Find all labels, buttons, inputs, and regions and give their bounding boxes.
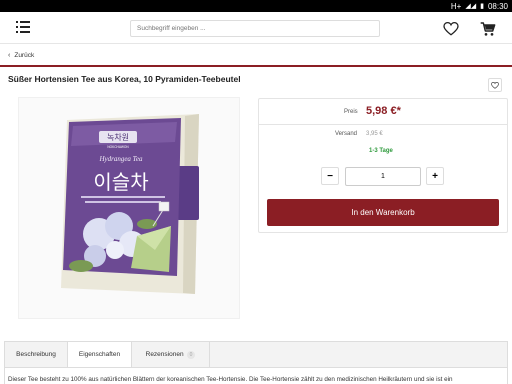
price-value: 5,98 €* [366, 105, 401, 117]
signal-icon: ◢◢ [465, 3, 477, 10]
chevron-left-icon: ‹ [8, 51, 11, 59]
product-korean: 이슬차 [93, 170, 148, 194]
tab-label: Eigenschaften [78, 351, 121, 358]
buy-box: Preis 5,98 €* Versand 3,95 € 1-3 Tage − … [258, 98, 508, 233]
delivery-time: 1-3 Tage [369, 148, 393, 154]
shipping-value: 3,95 € [366, 131, 383, 137]
quantity-increase-button[interactable]: + [426, 167, 444, 185]
header [0, 12, 512, 44]
product-latin: Hydrangea Tea [98, 155, 143, 163]
status-bar: H+ ◢◢ ▮ 08:30 [0, 0, 512, 12]
quantity-decrease-button[interactable]: − [321, 167, 339, 185]
tea-box-illustration: 녹차원 NOKCHAWON Hydrangea Tea 이슬차 [61, 114, 199, 294]
tab-label: Rezensionen [145, 351, 184, 358]
hamburger-menu-icon[interactable] [16, 21, 30, 33]
product-tabs: Beschreibung Eigenschaften Rezensionen 0 [4, 341, 508, 368]
shipping-label: Versand [335, 131, 358, 137]
wishlist-button[interactable] [488, 78, 502, 92]
tab-description[interactable]: Beschreibung [5, 342, 68, 367]
tab-label: Beschreibung [16, 351, 56, 358]
review-count-badge: 0 [186, 350, 196, 359]
product-image[interactable]: 녹차원 NOKCHAWON Hydrangea Tea 이슬차 [18, 97, 240, 319]
heart-icon[interactable] [443, 22, 459, 36]
network-indicator: H+ [450, 1, 462, 11]
heart-icon [491, 81, 499, 89]
price-row: Preis 5,98 €* [259, 99, 507, 125]
product-description: Dieser Tee besteht zu 100% aus natürlich… [8, 376, 453, 383]
back-link[interactable]: ‹ Zurück [0, 45, 512, 67]
search-input[interactable] [130, 20, 380, 37]
quantity-field[interactable] [345, 167, 421, 186]
price-label: Preis [344, 109, 358, 115]
brand-korean: 녹차원 [107, 133, 129, 142]
back-label: Zurück [14, 51, 35, 59]
tab-properties[interactable]: Eigenschaften [68, 342, 132, 367]
clock: 08:30 [487, 1, 508, 11]
tab-reviews[interactable]: Rezensionen 0 [132, 342, 210, 367]
add-to-cart-button[interactable]: In den Warenkorb [267, 199, 499, 226]
product-title: Süßer Hortensien Tee aus Korea, 10 Pyram… [8, 74, 241, 84]
cart-icon[interactable] [480, 21, 496, 37]
brand-latin: NOKCHAWON [107, 145, 129, 149]
battery-icon: ▮ [480, 3, 484, 10]
